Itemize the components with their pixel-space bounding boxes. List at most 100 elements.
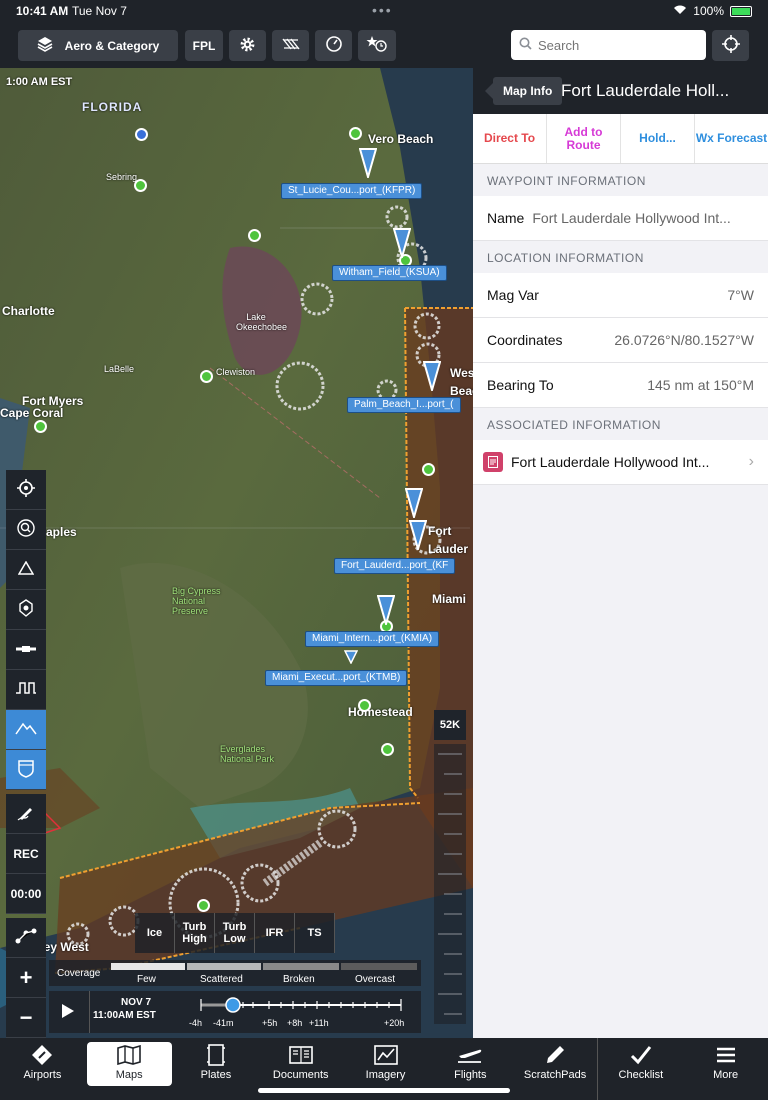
- tab-checklist[interactable]: Checklist: [598, 1038, 683, 1100]
- coordinates-row: Coordinates 26.0726°N/80.1527°W: [473, 318, 768, 363]
- route-waypoint-icon[interactable]: [343, 650, 359, 669]
- wx-ice-button[interactable]: Ice: [135, 913, 175, 953]
- altitude-readout[interactable]: 52K: [434, 710, 466, 740]
- label-clewiston: Clewiston: [216, 367, 256, 377]
- crosshair-icon: [16, 478, 36, 501]
- home-indicator[interactable]: [258, 1088, 510, 1093]
- satellite-background: [0, 68, 473, 1038]
- direct-to-button[interactable]: Direct To: [473, 114, 547, 163]
- zoom-out-button[interactable]: −: [6, 998, 46, 1038]
- hold-button[interactable]: Hold...: [621, 114, 695, 163]
- tab-airports[interactable]: Airports: [0, 1038, 85, 1100]
- waypoint-label-kpbi[interactable]: Palm_Beach_I...port_(: [347, 397, 461, 413]
- route-waypoint-icon[interactable]: [392, 228, 412, 263]
- map-view[interactable]: 1:00 AM EST FLORIDA Vero Beach Charlotte…: [0, 68, 473, 1038]
- airport-marker[interactable]: [358, 699, 371, 712]
- airspace-button[interactable]: [6, 630, 46, 670]
- fpl-button[interactable]: FPL: [185, 30, 223, 61]
- wx-turb-high-button[interactable]: Turb High: [175, 913, 215, 953]
- bearing-label: Bearing To: [487, 377, 554, 393]
- airport-marker[interactable]: [34, 420, 47, 433]
- search-input[interactable]: [538, 37, 698, 53]
- settings-button[interactable]: [229, 30, 266, 61]
- wx-turb-low-button[interactable]: Turb Low: [215, 913, 255, 953]
- wx-ifr-button[interactable]: IFR: [255, 913, 295, 953]
- airport-marker[interactable]: [134, 179, 147, 192]
- search-box[interactable]: [511, 30, 706, 60]
- route-waypoint-icon[interactable]: [422, 361, 442, 396]
- fpl-label: FPL: [192, 38, 216, 53]
- route-edit-button[interactable]: [6, 918, 46, 958]
- map-timestamp: 1:00 AM EST: [6, 76, 73, 88]
- tab-label: Documents: [272, 1069, 329, 1081]
- chevron-right-icon: ›: [748, 453, 754, 470]
- center-position-button[interactable]: [6, 470, 46, 510]
- wx-forecast-button[interactable]: Wx Forecast: [695, 114, 768, 163]
- airport-marker[interactable]: [248, 229, 261, 242]
- magnifier-icon: [16, 518, 36, 541]
- airport-marker[interactable]: [381, 743, 394, 756]
- route-waypoint-icon[interactable]: [358, 148, 378, 183]
- altitude-scale[interactable]: [434, 744, 466, 1024]
- waypoint-label-kmia[interactable]: Miami_Intern...port_(KMIA): [305, 631, 440, 647]
- timeline-slider[interactable]: [197, 993, 407, 1017]
- map-info-back-button[interactable]: Map Info: [484, 77, 563, 105]
- airplane-icon: [457, 1044, 483, 1066]
- coverage-label: Coverage: [57, 968, 101, 979]
- zoom-to-button[interactable]: [6, 510, 46, 550]
- wifi-icon: [673, 4, 687, 18]
- instruments-button[interactable]: [315, 30, 352, 61]
- pen-icon: [16, 802, 36, 825]
- label-cape-coral: Cape Coral: [0, 406, 64, 420]
- layers-button[interactable]: Aero & Category: [18, 30, 178, 61]
- tab-scratchpads[interactable]: ScratchPads: [513, 1038, 599, 1100]
- route-waypoint-icon[interactable]: [376, 595, 396, 630]
- associated-item-row[interactable]: Fort Lauderdale Hollywood Int... ›: [473, 440, 768, 485]
- add-to-route-button[interactable]: Add to Route: [547, 114, 621, 163]
- magvar-label: Mag Var: [487, 287, 539, 303]
- route-shield-button[interactable]: [6, 750, 46, 790]
- airport-marker[interactable]: [200, 370, 213, 383]
- annotate-button[interactable]: [6, 794, 46, 834]
- route-nodes-icon: [15, 927, 37, 948]
- airport-marker[interactable]: [349, 127, 362, 140]
- tab-label: Maps: [115, 1069, 143, 1081]
- label-lauderdale: Lauder: [428, 542, 469, 556]
- magvar-row: Mag Var 7°W: [473, 273, 768, 318]
- profile-view-button[interactable]: [6, 670, 46, 710]
- favorites-recent-button[interactable]: [358, 30, 396, 61]
- airport-marker[interactable]: [422, 463, 435, 476]
- coverage-broken: Broken: [283, 974, 315, 985]
- pulse-icon: [15, 681, 37, 698]
- map-settings-button[interactable]: [272, 30, 309, 61]
- zoom-in-button[interactable]: +: [6, 958, 46, 998]
- map-icon: [117, 1044, 141, 1066]
- route-waypoint-icon[interactable]: [404, 488, 424, 523]
- airport-marker[interactable]: [135, 128, 148, 141]
- tab-plates[interactable]: Plates: [174, 1038, 259, 1100]
- route-waypoint-icon[interactable]: [408, 520, 428, 555]
- wx-ts-button[interactable]: TS: [295, 913, 335, 953]
- waypoint-label-kfpr[interactable]: St_Lucie_Cou...port_(KFPR): [281, 183, 423, 199]
- coverage-few: Few: [137, 974, 156, 985]
- terrain-button[interactable]: [6, 710, 46, 750]
- record-button[interactable]: REC: [6, 834, 46, 874]
- airport-marker[interactable]: [197, 899, 210, 912]
- tab-label: Flights: [454, 1069, 487, 1081]
- multitask-dots-icon[interactable]: •••: [372, 2, 393, 18]
- tab-label: ScratchPads: [523, 1069, 587, 1081]
- waypoint-label-ksua[interactable]: Witham_Field_(KSUA): [332, 265, 447, 281]
- traffic-button[interactable]: [6, 590, 46, 630]
- record-timer: 00:00: [6, 874, 46, 914]
- coverage-swatch-overcast: [341, 963, 417, 970]
- waypoint-label-kfll[interactable]: Fort_Lauderd...port_(KF: [334, 558, 456, 574]
- tab-maps[interactable]: Maps: [86, 1042, 172, 1086]
- tick-minus-41m: -41m: [213, 1018, 234, 1028]
- search-icon: [519, 37, 532, 53]
- tab-more[interactable]: More: [683, 1038, 768, 1100]
- track-up-button[interactable]: [6, 550, 46, 590]
- play-button[interactable]: [61, 1003, 75, 1024]
- locate-button[interactable]: [712, 30, 749, 61]
- waypoint-label-ktmb[interactable]: Miami_Execut...port_(KTMB): [265, 670, 408, 686]
- mountain-icon: [15, 721, 37, 738]
